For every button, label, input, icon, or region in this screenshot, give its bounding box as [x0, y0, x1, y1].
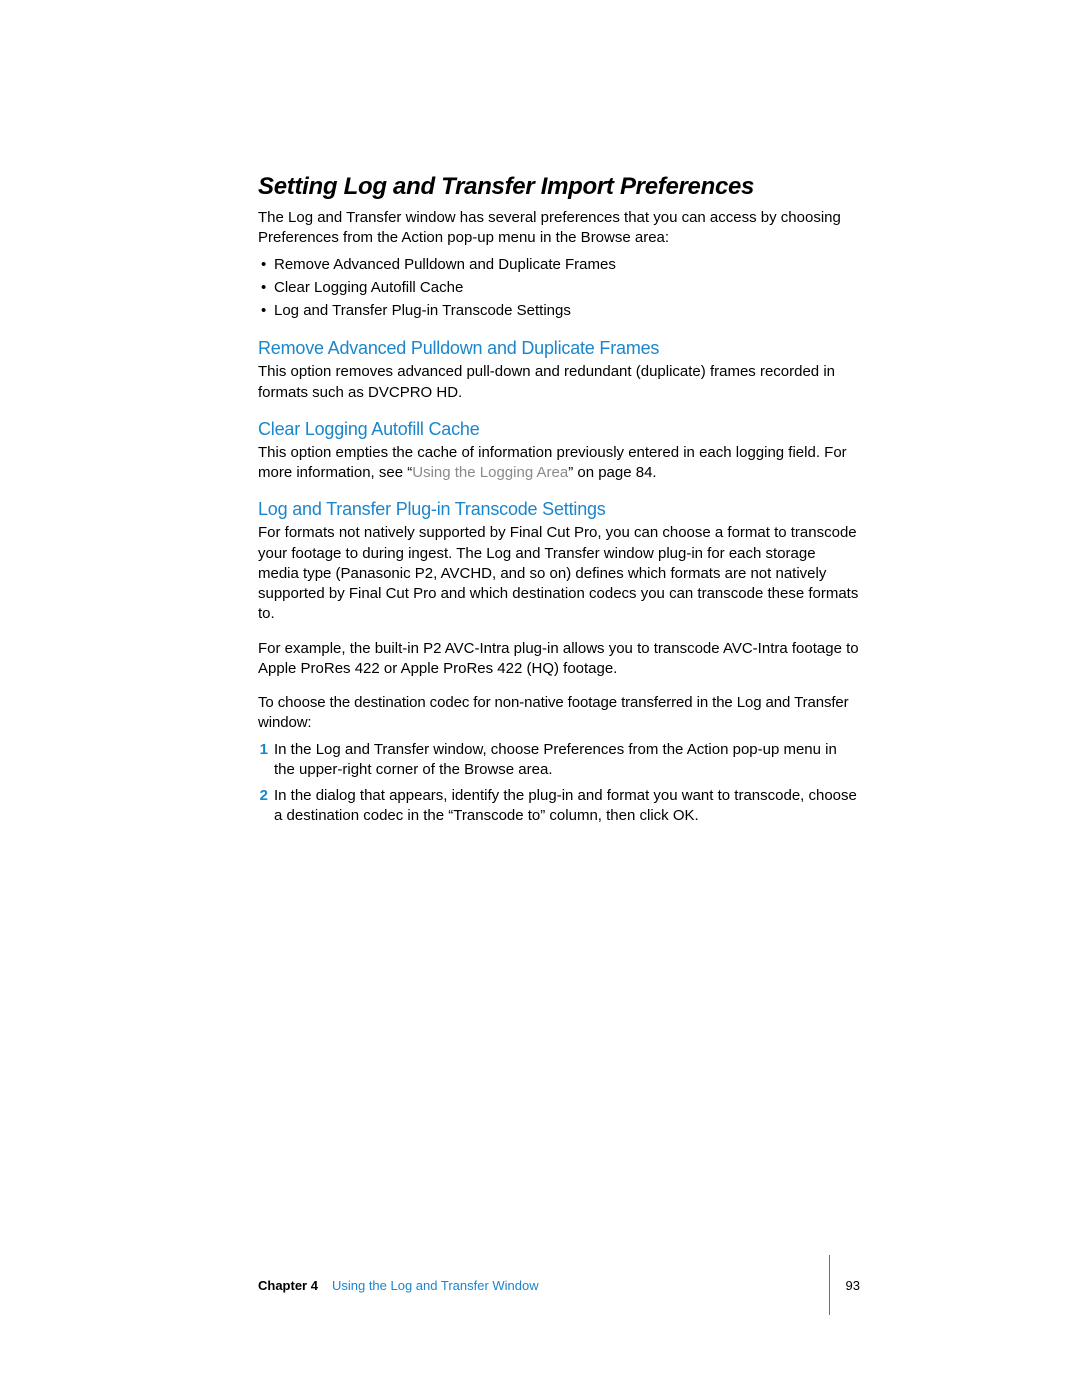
- section-heading-transcode: Log and Transfer Plug-in Transcode Setti…: [258, 499, 860, 520]
- chapter-title: Using the Log and Transfer Window: [332, 1278, 539, 1293]
- section-paragraph: For formats not natively supported by Fi…: [258, 523, 860, 624]
- chapter-label: Chapter 4: [258, 1278, 318, 1293]
- page-content: Setting Log and Transfer Import Preferen…: [0, 0, 1080, 827]
- task-label: To choose the destination codec for non-…: [258, 693, 860, 734]
- section-paragraph: This option removes advanced pull-down a…: [258, 362, 860, 403]
- section-paragraph: For example, the built-in P2 AVC-Intra p…: [258, 639, 860, 680]
- page-footer: Chapter 4 Using the Log and Transfer Win…: [258, 1255, 860, 1315]
- text-run: ” on page 84.: [568, 464, 656, 481]
- list-item: Log and Transfer Plug-in Transcode Setti…: [258, 299, 860, 322]
- list-item: Clear Logging Autofill Cache: [258, 276, 860, 299]
- footer-divider: [829, 1255, 830, 1315]
- cross-reference-link[interactable]: Using the Logging Area: [412, 464, 568, 481]
- step-item: In the dialog that appears, identify the…: [258, 786, 860, 827]
- section-heading-autofill: Clear Logging Autofill Cache: [258, 419, 860, 440]
- page-title: Setting Log and Transfer Import Preferen…: [258, 172, 860, 202]
- list-item: Remove Advanced Pulldown and Duplicate F…: [258, 253, 860, 276]
- step-list: In the Log and Transfer window, choose P…: [258, 740, 860, 827]
- preference-list: Remove Advanced Pulldown and Duplicate F…: [258, 253, 860, 323]
- section-heading-pulldown: Remove Advanced Pulldown and Duplicate F…: [258, 338, 860, 359]
- step-item: In the Log and Transfer window, choose P…: [258, 740, 860, 781]
- page-number: 93: [846, 1278, 860, 1293]
- intro-paragraph: The Log and Transfer window has several …: [258, 208, 860, 249]
- section-paragraph: This option empties the cache of informa…: [258, 443, 860, 484]
